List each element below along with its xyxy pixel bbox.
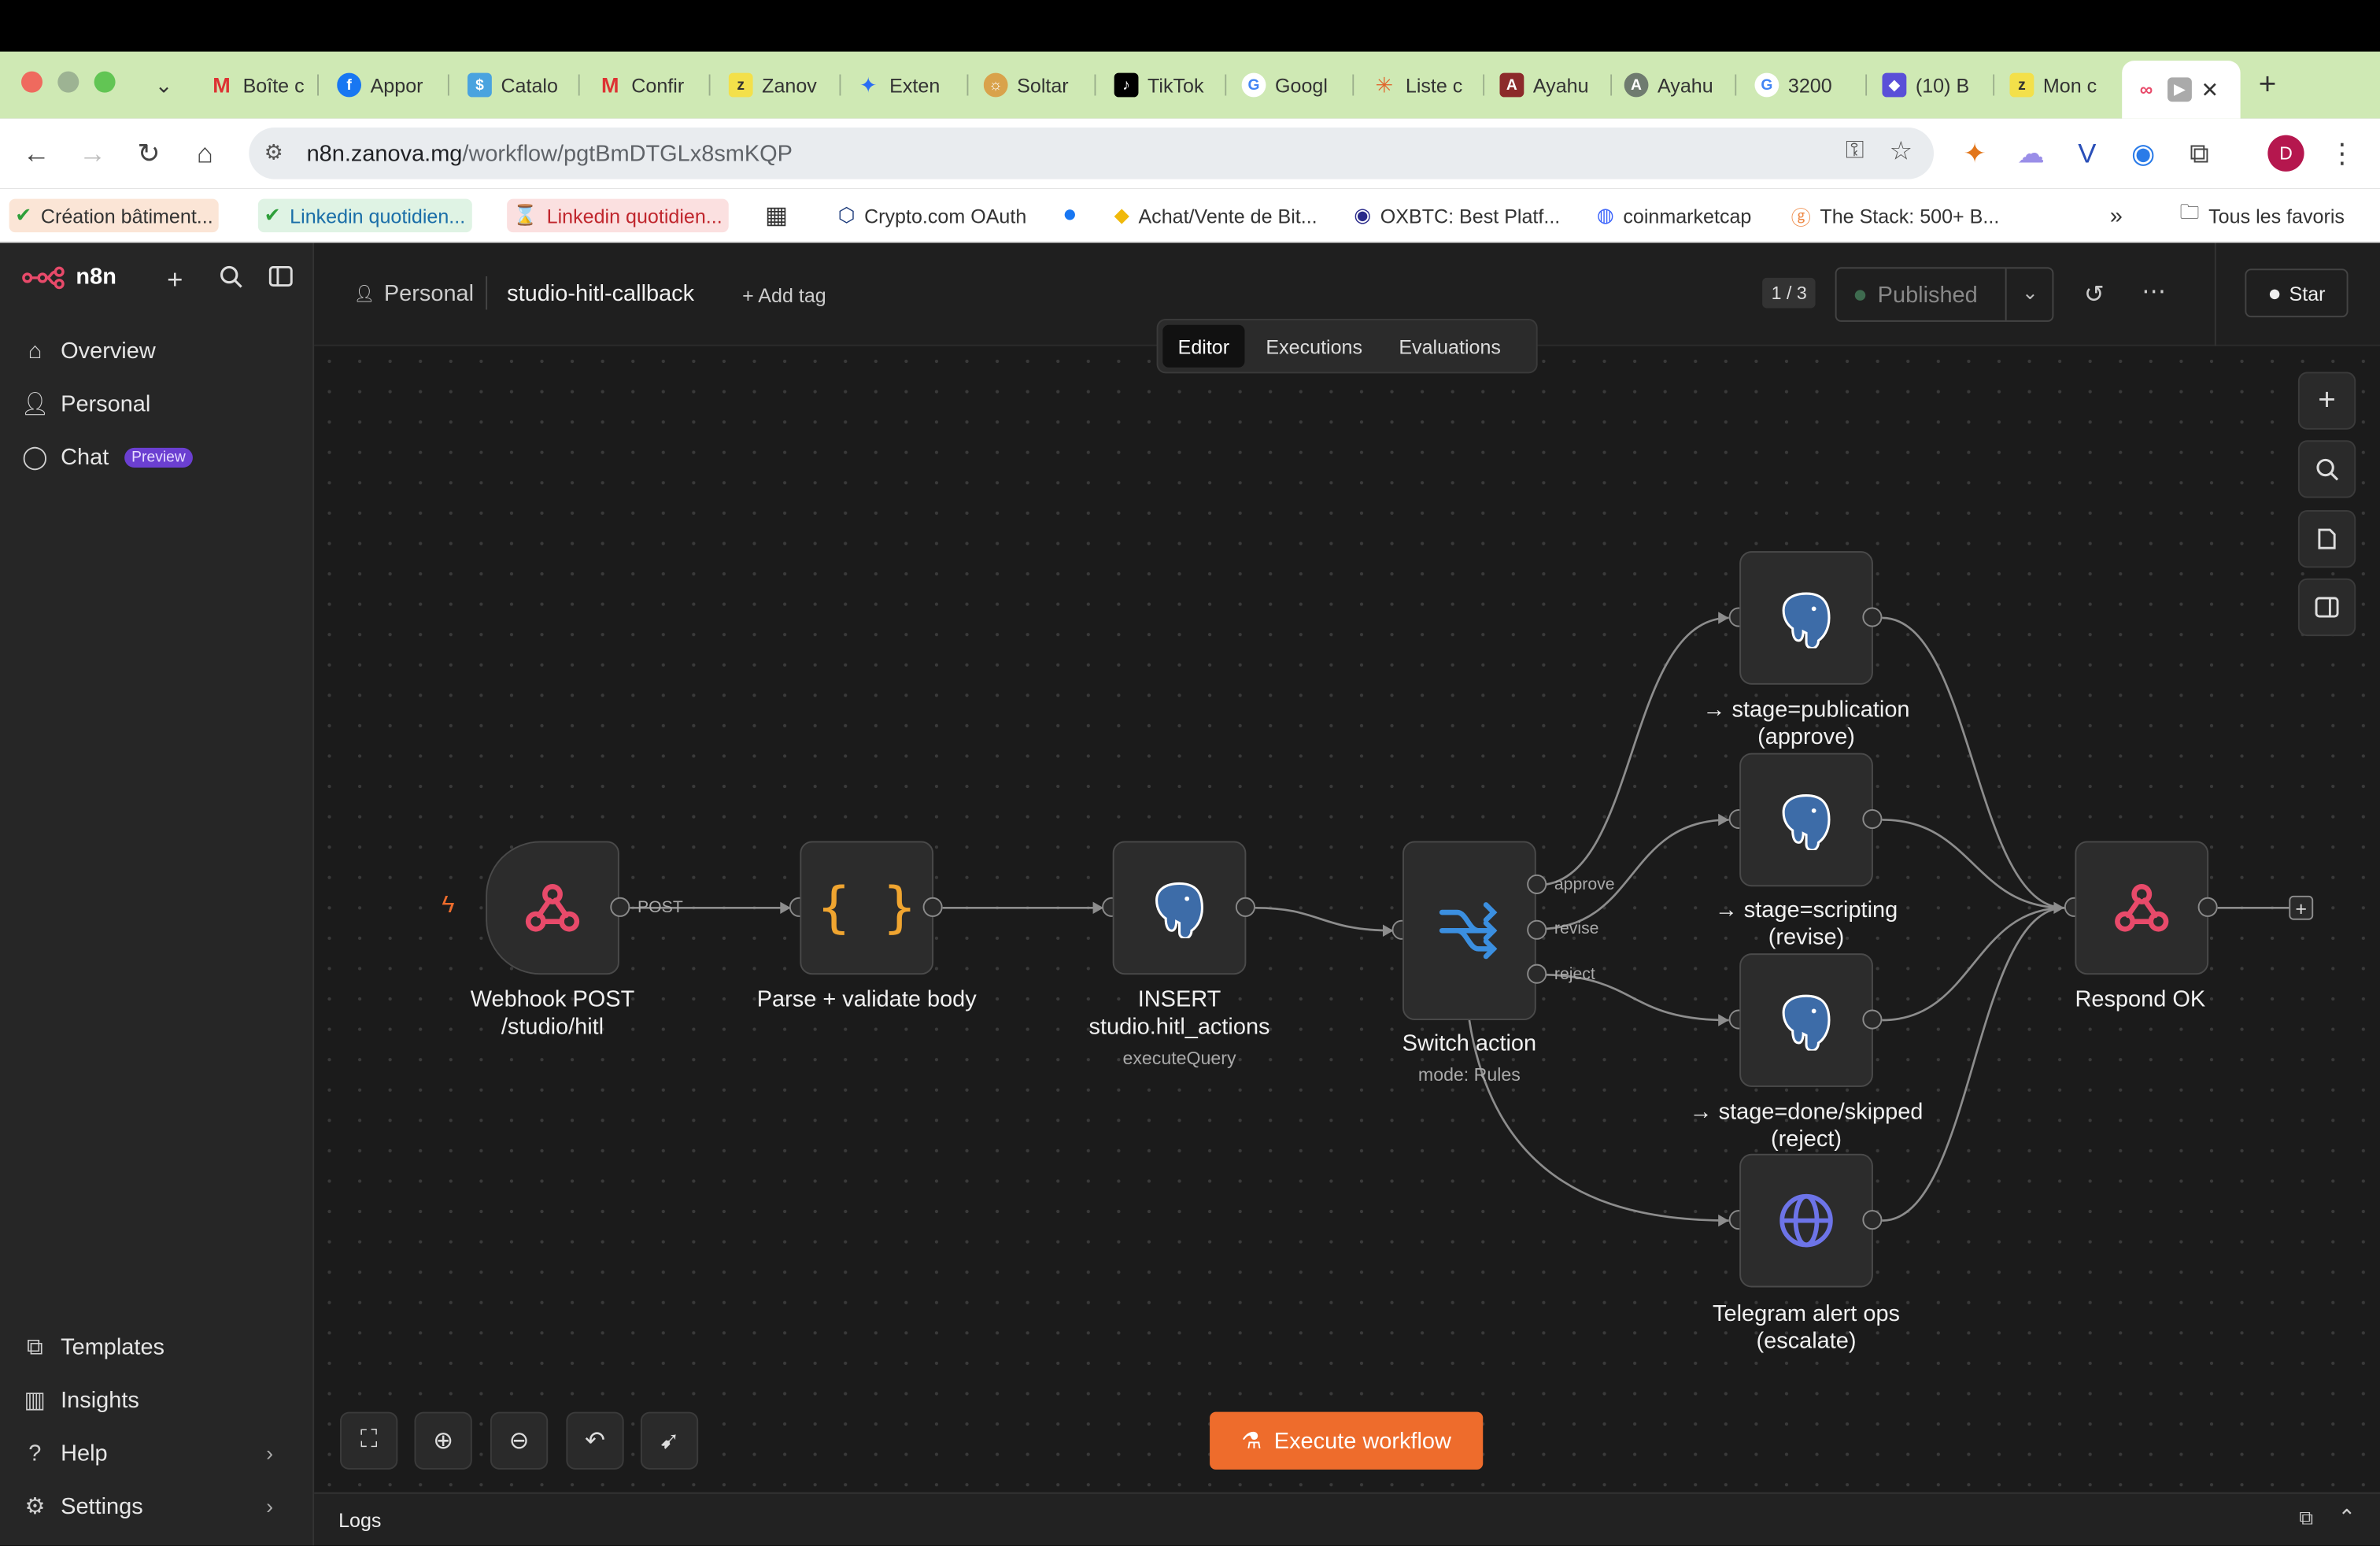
output-port[interactable] [610, 897, 630, 917]
search-nodes-button[interactable] [2297, 440, 2356, 498]
execute-workflow-button[interactable]: ⚗ Execute workflow [1210, 1411, 1484, 1470]
output-port[interactable] [1862, 607, 1883, 627]
port-label-post: POST [638, 898, 683, 917]
fullscreen-icon: ⛶ [360, 1426, 378, 1453]
connection-tg-respond [1882, 906, 2064, 1222]
port-label: approve [1554, 875, 1615, 894]
node-telegram-alert[interactable] [1739, 1153, 1873, 1288]
node-label: → stage=done/skipped (reject) [1689, 1099, 1924, 1152]
connections-layer [630, 612, 2289, 1227]
toggle-panel-button[interactable] [2297, 578, 2356, 637]
node-switch[interactable] [1402, 841, 1536, 1021]
output-port[interactable] [922, 897, 943, 917]
output-port[interactable] [1235, 897, 1255, 917]
node-insert[interactable] [1112, 841, 1247, 975]
broom-icon: ➹ [659, 1428, 680, 1455]
zoom-out-icon: ⊖ [508, 1428, 530, 1455]
output-port[interactable] [1862, 808, 1883, 830]
webhook-icon [2115, 884, 2169, 932]
node-label: → stage=publication (approve) [1702, 697, 1910, 750]
add-node-button[interactable]: + [2297, 372, 2356, 430]
postgres-icon [1782, 592, 1831, 649]
fit-view-button[interactable]: ⛶ [340, 1411, 398, 1470]
node-webhook[interactable] [486, 841, 619, 975]
search-icon [2316, 458, 2339, 481]
node-parse-validate[interactable]: { } [800, 841, 934, 975]
node-label: Telegram alert ops (escalate) [1713, 1300, 1901, 1355]
zoom-in-icon: ⊕ [433, 1428, 454, 1455]
output-port[interactable] [1862, 1210, 1883, 1230]
node-respond-ok[interactable] [2075, 841, 2209, 975]
tidy-up-button[interactable]: ➹ [640, 1411, 699, 1470]
switch-icon [1439, 902, 1498, 960]
add-node-icon[interactable]: + [2289, 895, 2314, 920]
output-port[interactable] [1862, 1009, 1883, 1030]
note-icon [2318, 528, 2336, 549]
node-label: Respond OK [2075, 986, 2206, 1013]
connection-insert-switch [1255, 906, 1394, 932]
node-subtitle: mode: Rules [1417, 1063, 1521, 1086]
postgres-icon [1782, 794, 1831, 851]
node-subtitle: executeQuery [1122, 1047, 1236, 1069]
panel-icon [2315, 597, 2339, 618]
node-label: → stage=scripting (revise) [1714, 897, 1898, 951]
globe-icon [1779, 1193, 1833, 1248]
sticky-note-button[interactable] [2297, 510, 2356, 568]
zoom-out-button[interactable]: ⊖ [490, 1411, 549, 1470]
node-label: Webhook POST/studio/hitl [470, 986, 635, 1041]
node-stage-scripting[interactable] [1739, 753, 1873, 887]
trigger-bolt-icon: ϟ [442, 893, 455, 919]
node-label: Parse + validate body [756, 986, 977, 1013]
connection-scr-respond [1882, 819, 2064, 909]
port-label: revise [1554, 919, 1599, 938]
undo-button[interactable]: ↶ [566, 1411, 624, 1470]
node-stage-publication[interactable] [1739, 551, 1873, 685]
webhook-icon [525, 884, 580, 932]
postgres-icon [1155, 882, 1203, 938]
flask-icon: ⚗ [1241, 1428, 1262, 1455]
output-port-approve[interactable] [1527, 874, 1547, 894]
node-label: Switch action [1402, 1030, 1537, 1057]
undo-icon: ↶ [585, 1428, 605, 1455]
code-braces-icon: { } [817, 876, 916, 939]
output-port-revise[interactable] [1527, 919, 1547, 940]
zoom-in-button[interactable]: ⊕ [414, 1411, 472, 1470]
node-label: INSERT studio.hitl_actions [1088, 986, 1270, 1041]
output-port-reject[interactable] [1527, 963, 1547, 984]
postgres-icon [1782, 994, 1831, 1051]
port-label: reject [1554, 965, 1595, 984]
node-stage-done[interactable] [1739, 953, 1873, 1087]
output-port[interactable] [2197, 897, 2218, 917]
